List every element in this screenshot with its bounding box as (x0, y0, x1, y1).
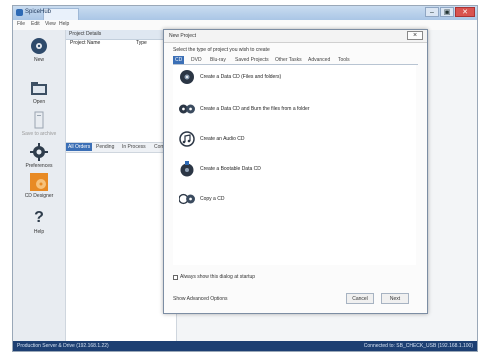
sidebar-item-label: Open (32, 99, 46, 105)
tab-saved-projects[interactable]: Saved Projects (235, 56, 269, 64)
bootable-cd-icon (179, 161, 195, 177)
dialog-prompt: Select the type of project you wish to c… (173, 47, 270, 53)
sidebar-item-label: Help (33, 229, 45, 235)
tab-other-tasks[interactable]: Other Tasks (275, 56, 302, 64)
sidebar-item-archive[interactable]: Save to archive (15, 110, 63, 137)
cancel-button[interactable]: Cancel (346, 293, 374, 304)
close-button[interactable]: ✕ (455, 7, 475, 17)
tab-all-orders[interactable]: All Orders (66, 143, 93, 151)
tab-blu-ray[interactable]: Blu-ray (210, 56, 226, 64)
dialog-close-button[interactable]: × (407, 31, 423, 40)
tab-in-process[interactable]: In Process (122, 144, 146, 150)
tab-dvd[interactable]: DVD (191, 56, 202, 64)
menu-view[interactable]: View (45, 21, 56, 27)
copy-cd-icon (179, 191, 195, 207)
next-button[interactable]: Next (381, 293, 409, 304)
sidebar-item-label: Save to archive (21, 131, 57, 137)
project-options: Create a Data CD (Files and folders) Cre… (173, 65, 416, 265)
minimize-button[interactable]: – (425, 7, 439, 17)
dialog-tabs: CD DVD Blu-ray Saved Projects Other Task… (173, 56, 418, 65)
sidebar-item-preferences[interactable]: Preferences (15, 142, 63, 169)
gear-icon (29, 142, 49, 162)
tab-pending[interactable]: Pending (96, 144, 114, 150)
sidebar-item-help[interactable]: ? Help (15, 208, 63, 235)
option-label: Create an Audio CD (200, 136, 245, 142)
option-label: Copy a CD (200, 196, 225, 202)
option-bootable-cd[interactable]: Create a Bootable Data CD (179, 161, 261, 177)
panel-header: Project Details (66, 30, 176, 40)
panel-title: Project Details (69, 31, 102, 37)
cd-designer-icon (29, 172, 49, 192)
help-icon: ? (34, 209, 44, 226)
advanced-options-link[interactable]: Show Advanced Options (173, 296, 227, 302)
sidebar-item-open[interactable]: Open (15, 78, 63, 105)
data-cd-icon (179, 69, 195, 85)
dialog-title-bar: New Project × (164, 30, 427, 43)
column-type[interactable]: Type (136, 40, 147, 46)
tab-advanced[interactable]: Advanced (308, 56, 330, 64)
menu-edit[interactable]: Edit (31, 21, 40, 27)
checkbox-box[interactable] (173, 274, 178, 280)
option-copy-cd[interactable]: Copy a CD (179, 191, 224, 207)
app-logo-icon (16, 9, 23, 16)
option-label: Create a Bootable Data CD (200, 166, 261, 172)
checkbox-label: Always show this dialog at startup (180, 274, 256, 280)
sidebar-item-label: New (33, 57, 44, 63)
open-folder-icon (29, 78, 49, 98)
title-bar: SpiceHub – ▣ ✕ (13, 6, 477, 20)
window-title: SpiceHub (25, 9, 52, 15)
tab-cd[interactable]: CD (173, 56, 185, 64)
option-label: Create a Data CD (Files and folders) (200, 74, 282, 80)
audio-cd-icon (179, 131, 195, 147)
new-project-dialog: New Project × Select the type of project… (163, 29, 428, 314)
status-bar: Production Server & Drive (192.168.1.22)… (13, 341, 477, 351)
order-tabs: All Orders Pending In Process Complete (66, 142, 176, 153)
sidebar: New Open Save to archive Preferences CD … (13, 30, 66, 343)
new-disc-icon (29, 36, 49, 56)
multi-cd-icon (179, 101, 195, 117)
menu-file[interactable]: File (17, 21, 25, 27)
dialog-title: New Project (169, 33, 196, 39)
sidebar-item-new[interactable]: New (15, 36, 63, 63)
column-project-name[interactable]: Project Name (70, 40, 100, 46)
startup-checkbox[interactable]: Always show this dialog at startup (173, 274, 255, 280)
status-right: Connected to: SB_CHECK_USB (192.168.1.10… (363, 343, 473, 349)
project-panel: Project Details Project Name Type All Or… (66, 30, 177, 343)
menu-help[interactable]: Help (59, 21, 69, 27)
sidebar-item-label: CD Designer (24, 193, 54, 199)
tab-tools[interactable]: Tools (338, 56, 350, 64)
archive-icon (29, 110, 49, 130)
option-multi-cd[interactable]: Create a Data CD and Burn the files from… (179, 101, 310, 117)
option-data-cd[interactable]: Create a Data CD (Files and folders) (179, 69, 281, 85)
sidebar-item-cd-designer[interactable]: CD Designer (15, 172, 63, 199)
option-label: Create a Data CD and Burn the files from… (200, 106, 310, 112)
option-audio-cd[interactable]: Create an Audio CD (179, 131, 244, 147)
sidebar-item-label: Preferences (25, 163, 53, 169)
status-left: Production Server & Drive (192.168.1.22) (17, 343, 109, 349)
maximize-button[interactable]: ▣ (440, 7, 454, 17)
